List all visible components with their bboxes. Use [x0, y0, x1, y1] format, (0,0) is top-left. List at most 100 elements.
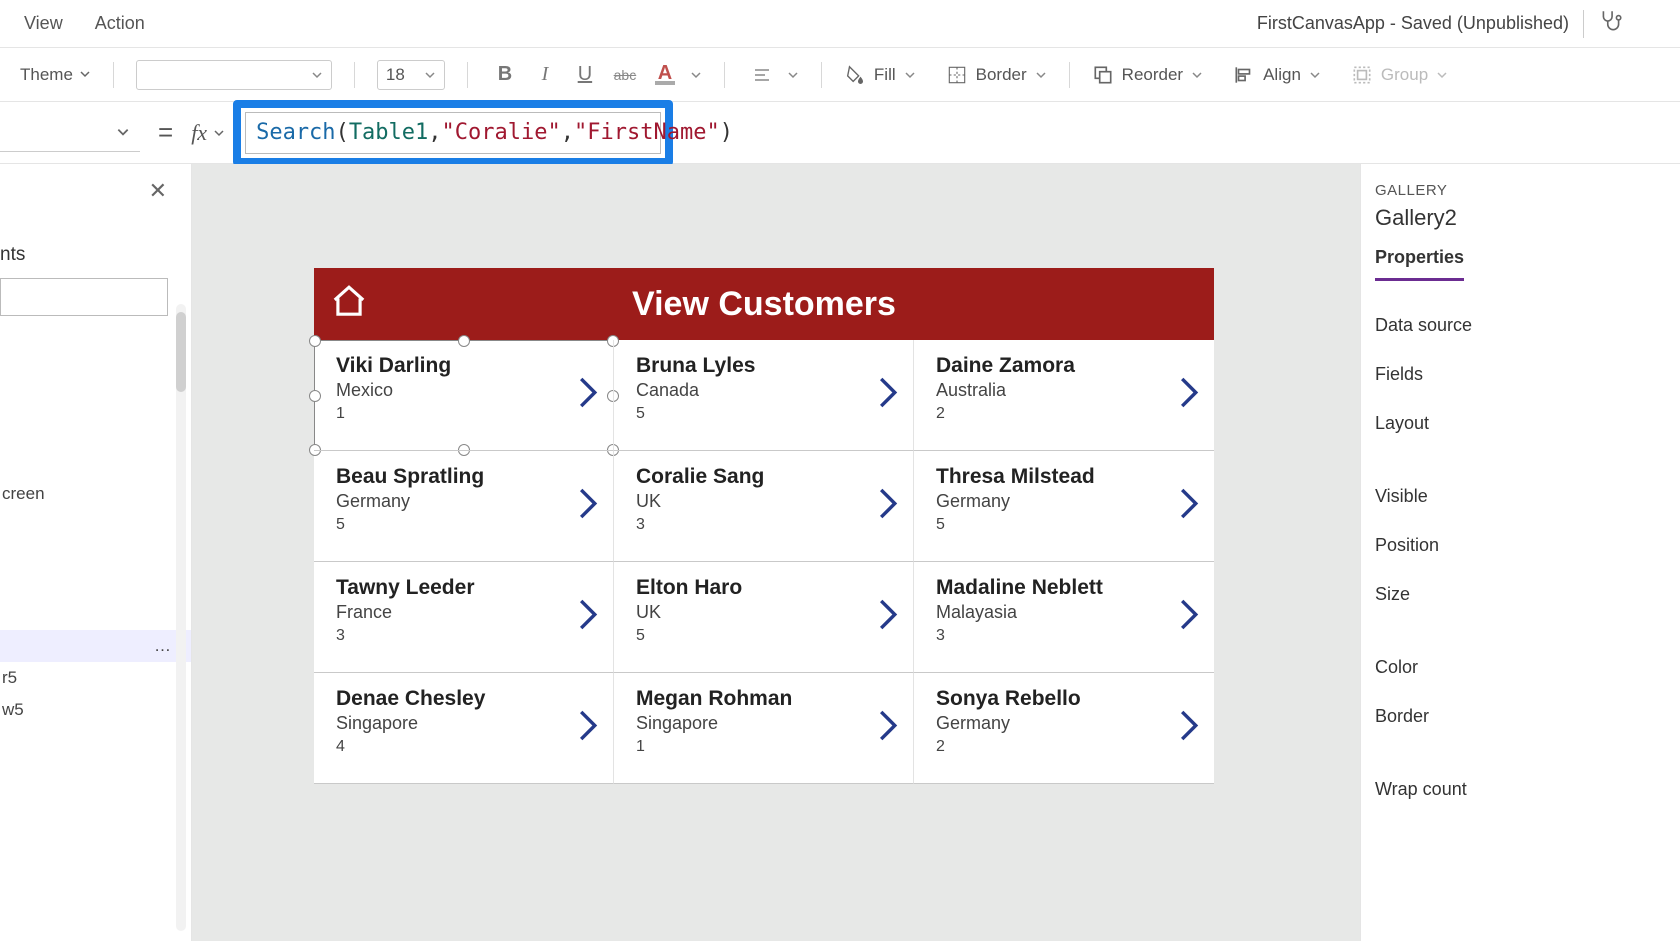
- canvas-area[interactable]: View Customers Viki Darling Mexico 1: [192, 164, 1360, 941]
- gallery-cell[interactable]: Beau Spratling Germany 5: [314, 451, 614, 562]
- cell-num: 4: [336, 738, 553, 756]
- cell-country: Canada: [636, 380, 853, 401]
- menu-view[interactable]: View: [8, 13, 79, 34]
- chevron-right-icon[interactable]: [1178, 709, 1200, 748]
- tok-close: ): [720, 120, 733, 145]
- prop-position[interactable]: Position: [1375, 521, 1666, 570]
- tree-item-screen[interactable]: creen: [0, 478, 191, 510]
- gallery-cell[interactable]: Denae Chesley Singapore 4: [314, 673, 614, 784]
- bold-button[interactable]: B: [490, 60, 520, 90]
- prop-data-source[interactable]: Data source: [1375, 301, 1666, 350]
- prop-border[interactable]: Border: [1375, 692, 1666, 741]
- cell-country: Singapore: [636, 713, 853, 734]
- tree-search-input[interactable]: [0, 278, 168, 316]
- cell-country: Australia: [936, 380, 1154, 401]
- chevron-right-icon[interactable]: [1178, 487, 1200, 526]
- theme-button[interactable]: Theme: [20, 65, 91, 85]
- chevron-down-icon: [213, 127, 225, 139]
- prop-layout[interactable]: Layout: [1375, 399, 1666, 448]
- gallery-cell[interactable]: Sonya Rebello Germany 2: [914, 673, 1214, 784]
- font-dropdown[interactable]: [136, 60, 332, 90]
- pane-section: GALLERY: [1375, 182, 1666, 199]
- chevron-right-icon[interactable]: [1178, 598, 1200, 637]
- chevron-right-icon[interactable]: [577, 709, 599, 748]
- gallery-grid: Viki Darling Mexico 1 Bruna Lyles Canada…: [314, 340, 1214, 784]
- font-color-button[interactable]: A: [650, 60, 680, 90]
- cell-country: UK: [636, 491, 853, 512]
- gallery-preview[interactable]: View Customers Viki Darling Mexico 1: [314, 268, 1214, 784]
- chevron-right-icon[interactable]: [577, 598, 599, 637]
- italic-button[interactable]: I: [530, 60, 560, 90]
- fill-icon: [844, 64, 866, 86]
- align-button[interactable]: Align: [1221, 64, 1333, 86]
- tree-item-w5[interactable]: w5: [0, 694, 191, 726]
- border-button[interactable]: Border: [934, 64, 1059, 86]
- cell-num: 2: [936, 405, 1154, 423]
- formula-highlight: Search(Table1, "Coralie", "FirstName"): [233, 100, 673, 166]
- formula-input[interactable]: Search(Table1, "Coralie", "FirstName"): [245, 112, 661, 154]
- strikethrough-button[interactable]: abc: [610, 60, 640, 90]
- prop-visible[interactable]: Visible: [1375, 472, 1666, 521]
- cell-name: Viki Darling: [336, 354, 553, 378]
- tab-properties[interactable]: Properties: [1375, 243, 1464, 281]
- chevron-right-icon[interactable]: [577, 376, 599, 415]
- cell-name: Beau Spratling: [336, 465, 553, 489]
- prop-size[interactable]: Size: [1375, 570, 1666, 619]
- prop-fields[interactable]: Fields: [1375, 350, 1666, 399]
- prop-color[interactable]: Color: [1375, 643, 1666, 692]
- cell-num: 3: [936, 627, 1154, 645]
- gallery-cell[interactable]: Megan Rohman Singapore 1: [614, 673, 914, 784]
- tok-q2b: ": [706, 120, 719, 145]
- group-button[interactable]: Group: [1339, 64, 1460, 86]
- reorder-icon: [1092, 64, 1114, 86]
- prop-wrap-count[interactable]: Wrap count: [1375, 765, 1666, 814]
- chevron-down-icon: [1436, 69, 1448, 81]
- align-icon: [1233, 64, 1255, 86]
- tree-view-pane: ✕ nts creen … r5 w5: [0, 164, 192, 941]
- app-checker-icon[interactable]: [1598, 8, 1624, 39]
- gallery-cell[interactable]: Tawny Leeder France 3: [314, 562, 614, 673]
- gallery-cell[interactable]: Viki Darling Mexico 1: [314, 340, 614, 451]
- tree-item-r5[interactable]: r5: [0, 662, 191, 694]
- underline-button[interactable]: U: [570, 60, 600, 90]
- text-align-button[interactable]: [747, 60, 777, 90]
- selected-control-name: Gallery2: [1375, 205, 1666, 231]
- gallery-cell[interactable]: Elton Haro UK 5: [614, 562, 914, 673]
- close-icon[interactable]: ✕: [149, 178, 167, 204]
- chevron-right-icon[interactable]: [877, 487, 899, 526]
- chevron-right-icon[interactable]: [577, 487, 599, 526]
- gallery-cell[interactable]: Madaline Neblett Malayasia 3: [914, 562, 1214, 673]
- chevron-right-icon[interactable]: [877, 598, 899, 637]
- fx-button[interactable]: fx: [191, 120, 233, 146]
- group-icon: [1351, 64, 1373, 86]
- preview-header: View Customers: [314, 268, 1214, 340]
- cell-name: Bruna Lyles: [636, 354, 853, 378]
- property-dropdown[interactable]: [0, 114, 140, 152]
- separator: [354, 62, 355, 88]
- cell-num: 1: [336, 405, 553, 423]
- cell-country: Malayasia: [936, 602, 1154, 623]
- equals-sign: =: [140, 117, 191, 148]
- chevron-right-icon[interactable]: [877, 709, 899, 748]
- chevron-right-icon[interactable]: [877, 376, 899, 415]
- chevron-right-icon[interactable]: [1178, 376, 1200, 415]
- fill-button[interactable]: Fill: [832, 64, 928, 86]
- cell-num: 5: [936, 516, 1154, 534]
- tree-scrollbar[interactable]: [176, 304, 186, 931]
- menubar: View Action FirstCanvasApp - Saved (Unpu…: [0, 0, 1680, 48]
- tree-item-selected[interactable]: …: [0, 630, 191, 662]
- reorder-button[interactable]: Reorder: [1080, 64, 1215, 86]
- home-icon[interactable]: [330, 283, 368, 326]
- tok-str2: FirstName: [587, 120, 706, 145]
- gallery-cell[interactable]: Thresa Milstead Germany 5: [914, 451, 1214, 562]
- chevron-down-icon: [690, 69, 702, 81]
- tok-open: (: [336, 120, 349, 145]
- formula-bar: = fx Search(Table1, "Coralie", "FirstNam…: [0, 102, 1680, 164]
- font-size-dropdown[interactable]: 18: [377, 60, 445, 90]
- menu-action[interactable]: Action: [79, 13, 161, 34]
- cell-name: Tawny Leeder: [336, 576, 553, 600]
- scroll-thumb[interactable]: [176, 312, 186, 392]
- gallery-cell[interactable]: Bruna Lyles Canada 5: [614, 340, 914, 451]
- gallery-cell[interactable]: Coralie Sang UK 3: [614, 451, 914, 562]
- gallery-cell[interactable]: Daine Zamora Australia 2: [914, 340, 1214, 451]
